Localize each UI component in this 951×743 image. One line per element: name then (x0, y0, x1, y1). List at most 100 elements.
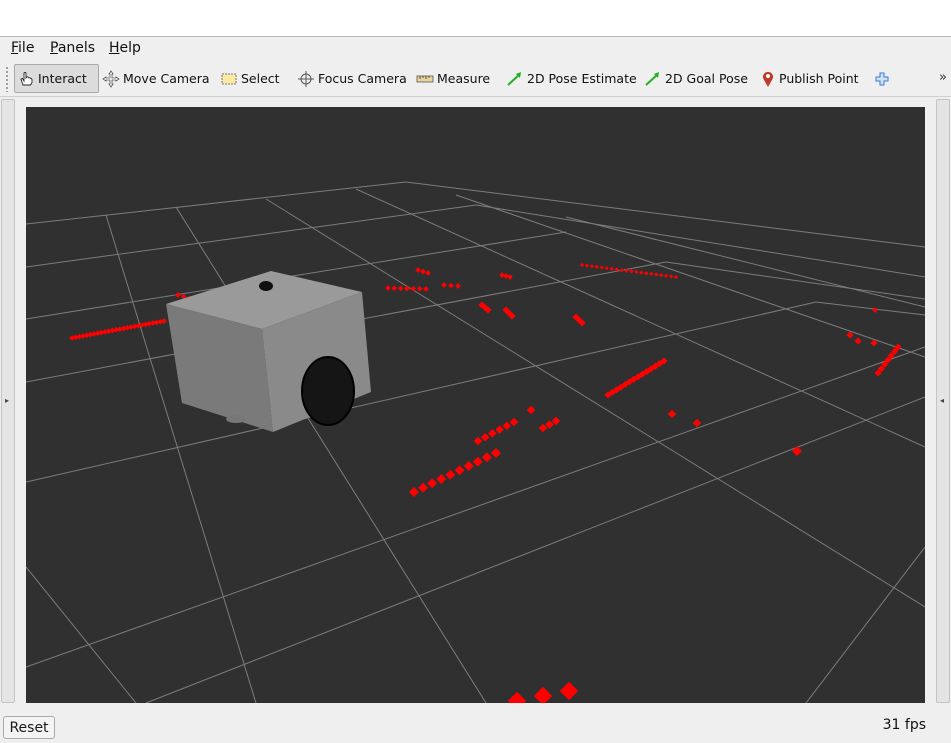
scan-point (161, 318, 167, 324)
measure-tool-label: Measure (437, 71, 491, 86)
map-pin-icon (760, 70, 776, 88)
scan-point (472, 456, 483, 467)
scan-point (503, 273, 509, 279)
measure-tool-button[interactable]: Measure (416, 64, 490, 93)
scan-point (668, 274, 674, 279)
move-camera-icon (102, 69, 120, 88)
render-viewport-3d[interactable] (26, 107, 925, 703)
scan-point (481, 452, 492, 463)
hand-pointer-icon (17, 70, 35, 88)
toolbar-overflow-button[interactable]: » (939, 70, 947, 85)
scan-point (473, 436, 483, 446)
scan-point (846, 331, 854, 339)
menu-panels[interactable]: Panels (50, 40, 95, 56)
green-arrow-icon (506, 70, 524, 88)
scan-point (644, 271, 649, 276)
reset-button[interactable]: Reset (3, 716, 55, 739)
fps-readout: 31 fps (882, 717, 926, 733)
scan-point (418, 482, 429, 493)
select-rectangle-icon (220, 70, 238, 88)
scan-point (667, 409, 677, 419)
scan-point (594, 264, 599, 270)
green-arrow-icon (644, 70, 662, 88)
scan-point (507, 691, 527, 703)
scan-point (584, 263, 590, 268)
scan-point (448, 282, 454, 289)
menu-panels-label: anels (57, 40, 96, 56)
crosshair-icon (297, 70, 315, 88)
select-tool-button[interactable]: Select (220, 64, 280, 93)
scan-point (692, 418, 702, 428)
scan-point (533, 686, 553, 703)
scan-point (659, 272, 664, 278)
scan-point (495, 425, 504, 434)
interact-tool-button[interactable]: Interact (14, 64, 99, 93)
scan-point (499, 272, 505, 278)
scan-point (639, 270, 644, 275)
scan-point (410, 285, 417, 292)
scan-point (629, 269, 634, 274)
scene-canvas (26, 181, 925, 703)
add-tool-button[interactable] (874, 64, 890, 93)
select-tool-label: Select (241, 71, 280, 86)
scan-point (609, 266, 614, 271)
pose-estimate-tool-button[interactable]: 2D Pose Estimate (506, 64, 637, 93)
scan-point (397, 285, 404, 292)
expand-arrow-icon: ◂ (940, 396, 945, 405)
tool-bar: Interact Move Camera Select Focus Camera (0, 60, 951, 97)
menu-help[interactable]: Help (109, 40, 141, 56)
plus-icon (874, 71, 890, 87)
move-camera-tool-button[interactable]: Move Camera (102, 64, 210, 93)
scan-point (502, 421, 512, 431)
goal-pose-tool-button[interactable]: 2D Goal Pose (644, 64, 748, 93)
pose-estimate-tool-label: 2D Pose Estimate (527, 71, 637, 86)
scan-point (415, 267, 421, 273)
scan-point (391, 285, 398, 292)
scan-point (792, 446, 802, 456)
scan-point (559, 681, 579, 701)
scan-point (175, 292, 181, 298)
scan-point (409, 487, 419, 497)
menu-help-accel: H (109, 40, 120, 56)
scan-point (526, 405, 536, 415)
left-panel-toggle[interactable]: ▸ (1, 99, 15, 703)
menu-file-label: ile (18, 40, 35, 56)
menu-panels-accel: P (50, 40, 58, 56)
right-panel-toggle[interactable]: ◂ (936, 99, 950, 703)
scan-point (604, 266, 609, 271)
scan-point (488, 429, 497, 438)
scan-point (420, 268, 426, 275)
scan-point (423, 286, 429, 292)
scan-point (619, 267, 624, 273)
scan-point (599, 265, 604, 270)
rviz-window-root: { "menu": { "file": {"accel": "F", "rest… (0, 0, 951, 743)
scan-point (663, 273, 669, 278)
focus-camera-tool-button[interactable]: Focus Camera (297, 64, 407, 93)
interact-tool-label: Interact (38, 71, 87, 86)
scan-point (441, 282, 447, 288)
scan-point (634, 269, 639, 275)
scan-point (454, 465, 465, 476)
toolbar-grip-handle[interactable] (5, 66, 9, 92)
scan-point (425, 270, 431, 276)
menu-file[interactable]: File (11, 40, 34, 56)
scan-point (445, 469, 456, 480)
scan-point (463, 461, 474, 471)
menu-help-label: elp (119, 40, 141, 56)
scan-point (416, 285, 423, 292)
rviz-main-window: File Panels Help Interact Move Camera Se… (0, 36, 951, 743)
goal-pose-tool-label: 2D Goal Pose (665, 71, 748, 86)
move-camera-tool-label: Move Camera (123, 71, 210, 86)
publish-point-tool-label: Publish Point (779, 71, 859, 86)
scan-point (427, 478, 438, 489)
robot-model (166, 271, 371, 432)
scan-point (480, 432, 490, 442)
publish-point-tool-button[interactable]: Publish Point (760, 64, 859, 93)
scan-point (589, 264, 595, 269)
focus-camera-tool-label: Focus Camera (318, 71, 407, 86)
scan-point (649, 271, 654, 276)
menu-file-accel: F (11, 40, 19, 56)
scan-point (404, 285, 410, 292)
scan-point (673, 274, 679, 280)
scan-point (507, 274, 513, 280)
